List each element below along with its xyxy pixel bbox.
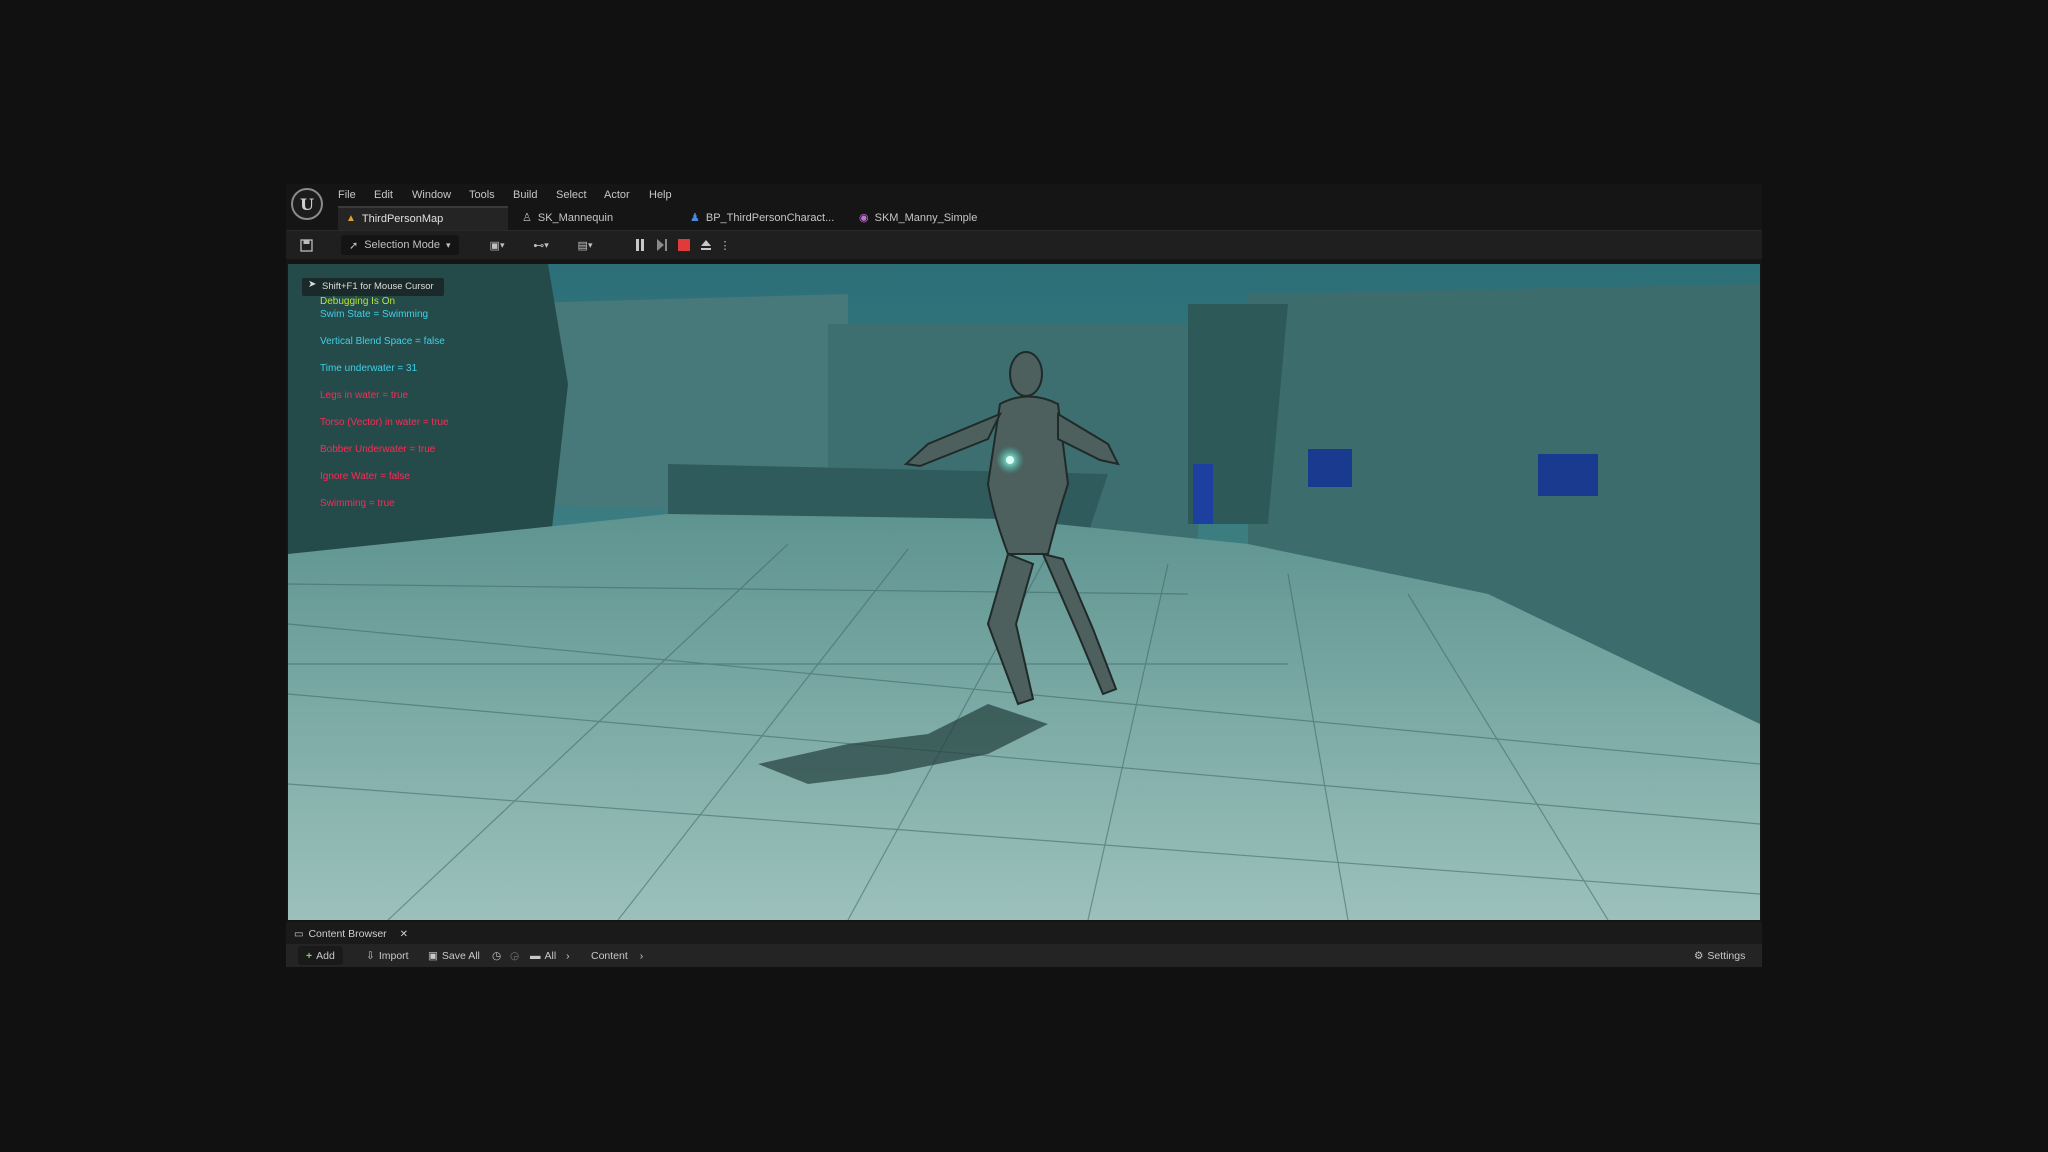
content-browser-tabbar: ▭ Content Browser ✕ <box>286 922 1762 944</box>
menu-build[interactable]: Build <box>513 184 537 206</box>
path-all-label: All <box>544 949 557 962</box>
level-viewport[interactable]: ➤ Shift+F1 for Mouse Cursor Debugging Is… <box>288 264 1760 920</box>
eject-button[interactable] <box>698 235 714 255</box>
menu-actor[interactable]: Actor <box>604 184 630 206</box>
history-forward-button[interactable]: ◶ <box>510 946 519 965</box>
debug-line: Debugging Is On <box>320 296 396 307</box>
debug-line: Swim State = Swimming <box>320 309 429 320</box>
debug-line: Swimming = true <box>320 498 395 509</box>
selection-mode-label: Selection Mode <box>364 239 441 251</box>
back-icon: ◷ <box>492 949 502 962</box>
cursor-icon: ➤ <box>308 279 317 290</box>
add-button[interactable]: + Add <box>298 946 343 965</box>
underwater-scene <box>288 264 1760 920</box>
path-content-label: Content <box>591 949 628 962</box>
forward-icon: ◶ <box>510 949 520 962</box>
cinematics-button[interactable]: ▤ ▾ <box>570 235 600 255</box>
add-label: Add <box>316 949 335 962</box>
level-icon: ▲ <box>346 213 356 224</box>
main-toolbar: ➚ Selection Mode ▾ ▣ ▾ ⊷ ▾ ▤ ▾ ⋮ <box>286 230 1762 259</box>
menu-window[interactable]: Window <box>412 184 451 206</box>
tab-label: SK_Mannequin <box>537 212 614 224</box>
chevron-down-icon: ▾ <box>544 239 549 250</box>
debug-line: Bobber Underwater = true <box>320 444 436 455</box>
chevron-down-icon: ▾ <box>446 239 451 250</box>
menu-help[interactable]: Help <box>649 184 672 206</box>
import-label: Import <box>378 949 409 962</box>
stop-button[interactable] <box>676 235 692 255</box>
save-icon[interactable] <box>296 235 316 255</box>
mouse-cursor-hint: ➤ Shift+F1 for Mouse Cursor <box>302 278 444 296</box>
debug-line: Torso (Vector) in water = true <box>320 417 449 428</box>
editor-window: U File Edit Window Tools Build Select Ac… <box>286 184 1762 967</box>
settings-button[interactable]: ⚙ Settings <box>1694 946 1745 965</box>
pause-button[interactable] <box>632 235 648 255</box>
tab-bp-third-person-character[interactable]: ♟ BP_ThirdPersonCharact... <box>682 206 834 230</box>
debug-line: Time underwater = 31 <box>320 363 418 374</box>
skeletal-mesh-icon: ◉ <box>859 212 869 224</box>
settings-label: Settings <box>1707 949 1746 962</box>
gear-icon: ⚙ <box>1694 949 1704 962</box>
tab-content-browser[interactable]: ▭ Content Browser ✕ <box>288 924 414 944</box>
folder-icon: ▭ <box>294 928 304 940</box>
chevron-down-icon: ▾ <box>499 239 505 250</box>
breadcrumb-content[interactable]: Content › <box>591 946 643 965</box>
add-actor-icon: ▣ <box>489 239 500 252</box>
breadcrumb-all[interactable]: ▬ All › <box>530 946 570 965</box>
save-all-label: Save All <box>441 949 480 962</box>
selection-mode-dropdown[interactable]: ➚ Selection Mode ▾ <box>341 235 459 255</box>
plus-icon: + <box>306 949 313 962</box>
debug-line: Legs in water = true <box>320 390 409 401</box>
content-browser-toolbar: + Add ⇩ Import ▣ Save All ◷ ◶ ▬ All › Co… <box>286 944 1762 967</box>
tab-label: BP_ThirdPersonCharact... <box>705 212 835 224</box>
menu-bar: U File Edit Window Tools Build Select Ac… <box>286 184 1762 220</box>
menu-edit[interactable]: Edit <box>374 184 393 206</box>
unreal-logo-icon[interactable]: U <box>291 188 323 220</box>
history-back-button[interactable]: ◷ <box>492 946 501 965</box>
blueprint-menu-icon: ⊷ <box>533 239 545 252</box>
chevron-right-icon: › <box>566 949 570 962</box>
menu-file[interactable]: File <box>338 184 356 206</box>
tab-sk-mannequin[interactable]: ♙ SK_Mannequin <box>514 206 613 230</box>
save-all-button[interactable]: ▣ Save All <box>428 946 480 965</box>
add-actor-button[interactable]: ▣ ▾ <box>482 235 512 255</box>
tab-label: Content Browser <box>308 928 387 940</box>
menu-tools[interactable]: Tools <box>469 184 495 206</box>
hint-text: Shift+F1 for Mouse Cursor <box>322 281 434 292</box>
chevron-down-icon: ▾ <box>587 239 593 250</box>
blueprint-menu-button[interactable]: ⊷ ▾ <box>526 235 556 255</box>
select-arrow-icon: ➚ <box>349 239 359 252</box>
menu-select[interactable]: Select <box>556 184 587 206</box>
skeleton-icon: ♙ <box>522 212 532 224</box>
step-button[interactable] <box>654 235 670 255</box>
chevron-right-icon: › <box>639 949 644 962</box>
debug-line: Vertical Blend Space = false <box>320 336 445 347</box>
import-button[interactable]: ⇩ Import <box>366 946 409 965</box>
tab-label: ThirdPersonMap <box>361 213 444 225</box>
folder-icon: ▬ <box>530 949 541 962</box>
tab-label: SKM_Manny_Simple <box>874 212 978 224</box>
blueprint-icon: ♟ <box>690 212 700 224</box>
save-icon: ▣ <box>428 949 438 962</box>
close-icon[interactable]: ✕ <box>400 929 408 940</box>
debug-line: Ignore Water = false <box>320 471 410 482</box>
tab-third-person-map[interactable]: ▲ ThirdPersonMap <box>338 206 508 230</box>
tab-skm-manny-simple[interactable]: ◉ SKM_Manny_Simple <box>851 206 977 230</box>
import-icon: ⇩ <box>366 949 375 962</box>
more-options-icon[interactable]: ⋮ <box>720 235 731 255</box>
clapper-icon: ▤ <box>577 239 588 252</box>
